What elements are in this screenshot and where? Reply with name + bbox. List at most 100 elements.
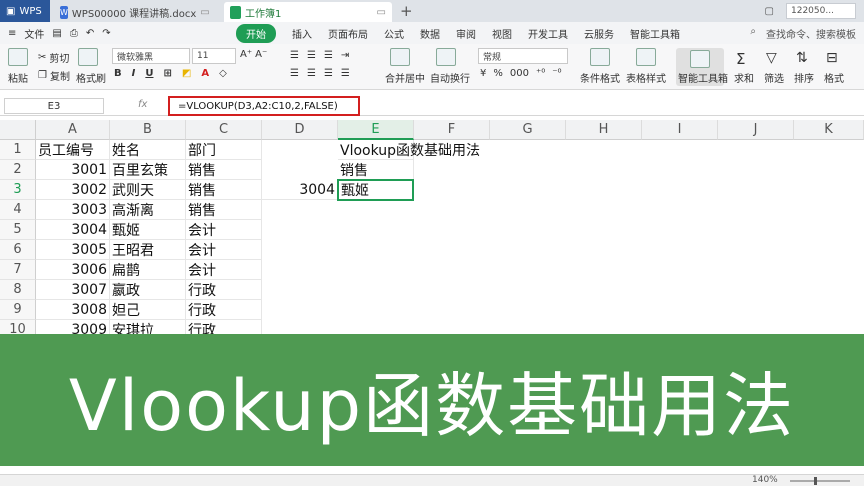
cell-c1[interactable]: 部门 xyxy=(186,140,262,160)
cell-c8[interactable]: 行政 xyxy=(186,280,262,300)
tab-page-layout[interactable]: 页面布局 xyxy=(328,26,368,41)
window-icon[interactable]: ▢ xyxy=(765,6,774,17)
tab-review[interactable]: 审阅 xyxy=(456,26,476,41)
column-header-k[interactable]: K xyxy=(794,120,864,140)
column-header-b[interactable]: B xyxy=(110,120,186,140)
column-header-h[interactable]: H xyxy=(566,120,642,140)
border-icon[interactable]: ⊞ xyxy=(163,68,171,79)
format-icon[interactable]: ⊟ xyxy=(826,50,838,66)
quick-save-icon[interactable]: ▤ xyxy=(52,28,61,39)
decrease-decimal-icon[interactable]: ⁻⁰ xyxy=(552,68,561,79)
row-header-4[interactable]: 4 xyxy=(0,200,36,220)
tab-workbook[interactable]: 工作簿1 ▭ xyxy=(224,2,392,22)
percent-icon[interactable]: % xyxy=(493,68,503,79)
justify-icon[interactable]: ☰ xyxy=(341,68,350,79)
tab-document[interactable]: W WPS00000 课程讲稿.docx ▭ xyxy=(54,2,214,22)
row-header-3[interactable]: 3 xyxy=(0,180,36,200)
wrap-text-button[interactable]: 自动换行 xyxy=(430,70,470,85)
table-style-icon[interactable] xyxy=(636,48,656,66)
thousands-icon[interactable]: 000 xyxy=(510,68,529,79)
font-color-icon[interactable]: A xyxy=(201,68,209,79)
wps-home-tab[interactable]: ▣ WPS xyxy=(0,0,50,22)
cell-c4[interactable]: 销售 xyxy=(186,200,262,220)
wrap-text-icon[interactable] xyxy=(436,48,456,66)
cell-e1[interactable]: Vlookup函数基础用法 xyxy=(338,140,480,160)
cell-c7[interactable]: 会计 xyxy=(186,260,262,280)
row-header-1[interactable]: 1 xyxy=(0,140,36,160)
undo-icon[interactable]: ↶ xyxy=(86,28,94,39)
fill-color-icon[interactable]: ◩ xyxy=(182,68,191,79)
account-box[interactable]: 122050... xyxy=(786,3,856,19)
cell-b7[interactable]: 扁鹊 xyxy=(110,260,186,280)
align-top-icon[interactable]: ☰ xyxy=(290,50,299,61)
merge-center-icon[interactable] xyxy=(390,48,410,66)
column-header-g[interactable]: G xyxy=(490,120,566,140)
row-header-5[interactable]: 5 xyxy=(0,220,36,240)
row-header-9[interactable]: 9 xyxy=(0,300,36,320)
filter-icon[interactable]: ▽ xyxy=(766,50,777,66)
format-painter-button[interactable]: 格式刷 xyxy=(76,70,106,85)
zoom-level[interactable]: 140% xyxy=(752,475,778,485)
cell-e2[interactable]: 销售 xyxy=(338,160,414,180)
row-header-7[interactable]: 7 xyxy=(0,260,36,280)
cut-button[interactable]: ✂ 剪切 xyxy=(38,50,69,65)
sort-button[interactable]: 排序 xyxy=(794,70,814,85)
indent-icon[interactable]: ⇥ xyxy=(341,50,349,61)
zoom-slider[interactable] xyxy=(790,477,850,485)
tab-view[interactable]: 视图 xyxy=(492,26,512,41)
cell-b2[interactable]: 百里玄策 xyxy=(110,160,186,180)
command-search[interactable]: ⌕ 查找命令、搜索模板 xyxy=(750,26,856,41)
redo-icon[interactable]: ↷ xyxy=(102,28,110,39)
cell-c9[interactable]: 行政 xyxy=(186,300,262,320)
sum-icon[interactable]: Σ xyxy=(736,50,745,68)
font-name-select[interactable]: 微软雅黑 xyxy=(112,48,190,64)
column-header-i[interactable]: I xyxy=(642,120,718,140)
merge-center-button[interactable]: 合并居中 xyxy=(385,70,425,85)
cell-b9[interactable]: 妲己 xyxy=(110,300,186,320)
font-size-adjust[interactable]: A⁺ A⁻ xyxy=(240,49,267,60)
cell-b4[interactable]: 高渐离 xyxy=(110,200,186,220)
increase-decimal-icon[interactable]: ⁺⁰ xyxy=(536,68,545,79)
file-menu[interactable]: 文件 xyxy=(24,26,44,41)
sum-button[interactable]: 求和 xyxy=(734,70,754,85)
name-box[interactable]: E3 xyxy=(4,98,104,114)
paste-button[interactable]: 粘贴 xyxy=(8,70,28,85)
underline-icon[interactable]: U xyxy=(145,68,153,79)
cell-a5[interactable]: 3004 xyxy=(36,220,110,240)
copy-button[interactable]: ❐ 复制 xyxy=(38,68,70,83)
tab-data[interactable]: 数据 xyxy=(420,26,440,41)
tab-close-icon[interactable]: ▭ xyxy=(200,7,209,18)
column-header-j[interactable]: J xyxy=(718,120,794,140)
cell-b1[interactable]: 姓名 xyxy=(110,140,186,160)
format-painter-icon[interactable] xyxy=(78,48,98,66)
column-header-a[interactable]: A xyxy=(36,120,110,140)
align-middle-icon[interactable]: ☰ xyxy=(307,50,316,61)
paste-icon[interactable] xyxy=(8,48,28,66)
currency-icon[interactable]: ¥ xyxy=(480,68,486,79)
cell-a7[interactable]: 3006 xyxy=(36,260,110,280)
quick-print-icon[interactable]: ⎙ xyxy=(70,28,78,39)
cell-a9[interactable]: 3008 xyxy=(36,300,110,320)
column-header-c[interactable]: C xyxy=(186,120,262,140)
clear-format-icon[interactable]: ◇ xyxy=(219,68,227,79)
conditional-format-button[interactable]: 条件格式 xyxy=(580,70,620,85)
new-tab-button[interactable]: + xyxy=(400,2,413,20)
cell-e3-selected[interactable]: 甄姬 xyxy=(337,179,414,201)
cell-c5[interactable]: 会计 xyxy=(186,220,262,240)
table-style-button[interactable]: 表格样式 xyxy=(626,70,666,85)
cell-c2[interactable]: 销售 xyxy=(186,160,262,180)
tab-start[interactable]: 开始 xyxy=(236,23,276,43)
number-format-select[interactable]: 常规 xyxy=(478,48,568,64)
row-header-6[interactable]: 6 xyxy=(0,240,36,260)
cell-b5[interactable]: 甄姬 xyxy=(110,220,186,240)
cell-a1[interactable]: 员工编号 xyxy=(36,140,110,160)
align-center-icon[interactable]: ☰ xyxy=(307,68,316,79)
format-button[interactable]: 格式 xyxy=(824,70,844,85)
font-size-select[interactable]: 11 xyxy=(192,48,236,64)
cell-d3[interactable]: 3004 xyxy=(262,180,338,200)
row-header-2[interactable]: 2 xyxy=(0,160,36,180)
align-right-icon[interactable]: ☰ xyxy=(324,68,333,79)
fx-icon[interactable]: fx xyxy=(138,99,147,110)
column-header-f[interactable]: F xyxy=(414,120,490,140)
cell-a6[interactable]: 3005 xyxy=(36,240,110,260)
